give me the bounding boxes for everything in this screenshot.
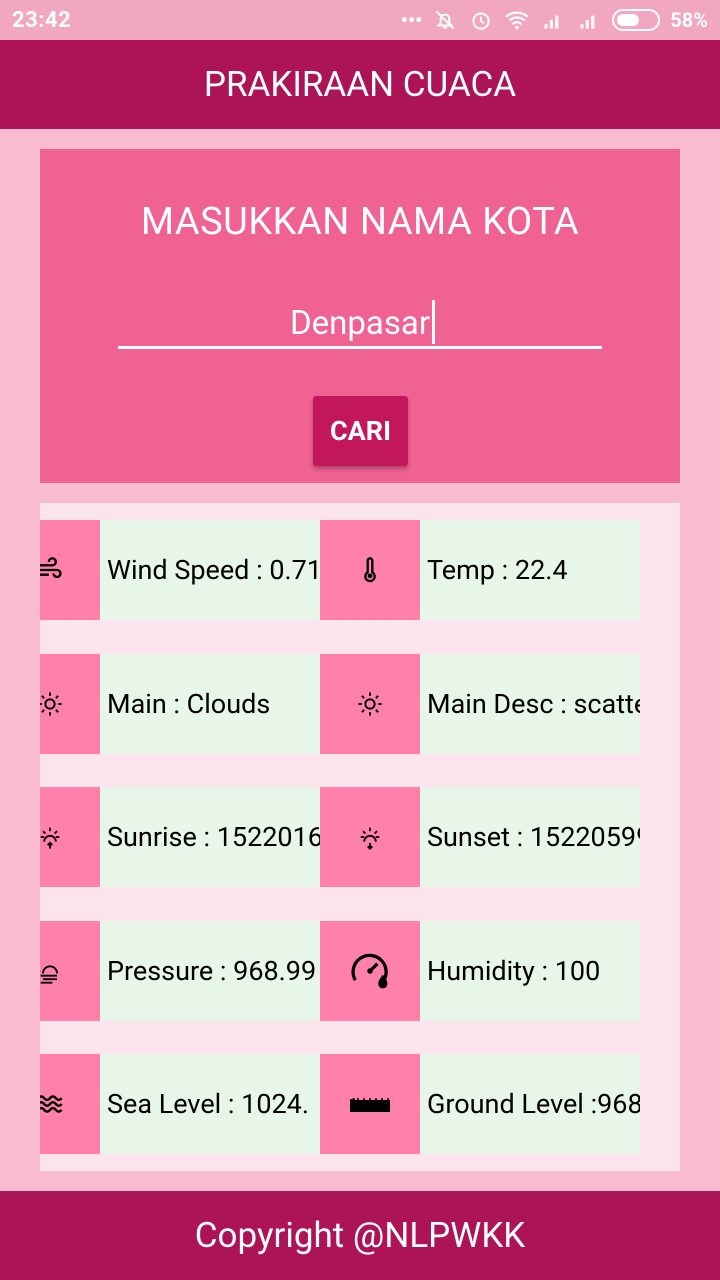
- wind-icon-tile: [40, 520, 100, 620]
- text-cursor: [432, 300, 435, 344]
- app-title: PRAKIRAAN CUACA: [203, 64, 517, 105]
- sunrise-icon-tile: [40, 787, 100, 887]
- ground-level-item: Ground Level :968.99: [320, 1054, 640, 1154]
- signal-icon-2: [580, 15, 595, 29]
- temp-item: Temp : 22.4: [320, 520, 640, 620]
- thermometer-icon-tile: [320, 520, 420, 620]
- status-icons: ••• 58%: [401, 7, 708, 33]
- main-desc-item: Main Desc : scattered clouds: [320, 654, 640, 754]
- humidity-icon-tile: [320, 921, 420, 1021]
- bell-off-icon: [435, 10, 455, 30]
- humidity-gauge-icon: [351, 953, 388, 989]
- sunset-icon-tile: [320, 787, 420, 887]
- status-bar: 23:42 ••• 58%: [0, 0, 720, 40]
- main-item: Main : Clouds: [40, 654, 360, 754]
- footer: Copyright @NLPWKK: [0, 1191, 720, 1280]
- wifi-icon: [505, 11, 529, 30]
- pressure-value: Pressure : 968.99: [100, 921, 320, 1021]
- sunset-item: Sunset : 1522059986: [320, 787, 640, 887]
- battery-icon: [612, 9, 661, 31]
- sunrise-icon: [40, 827, 60, 849]
- ground-icon-tile: [320, 1054, 420, 1154]
- humidity-value: Humidity : 100: [420, 921, 640, 1021]
- wind-icon: [40, 557, 62, 579]
- app-bar: PRAKIRAAN CUACA: [0, 40, 720, 129]
- sun-icon-tile-2: [320, 654, 420, 754]
- sun-icon: [358, 692, 382, 716]
- pressure-icon-tile: [40, 921, 100, 1021]
- sunrise-value: Sunrise : 1522016: [100, 787, 320, 887]
- waves-icon-tile: [40, 1054, 100, 1154]
- sunset-icon: [360, 827, 380, 850]
- pressure-icon: [40, 965, 58, 984]
- sea-level-item: Sea Level : 1024.: [40, 1054, 360, 1154]
- sun-icon: [40, 692, 62, 716]
- humidity-item: Humidity : 100: [320, 921, 640, 1021]
- weather-grid: Wind Speed : 0.71 Temp : 22.4 Main : Clo…: [40, 503, 680, 1171]
- thermometer-icon: [364, 557, 376, 583]
- temp-value: Temp : 22.4: [420, 520, 640, 620]
- wind-speed-item: Wind Speed : 0.71: [40, 520, 360, 620]
- more-dots-icon: •••: [400, 8, 423, 32]
- sun-icon-tile: [40, 654, 100, 754]
- search-title: MASUKKAN NAMA KOTA: [140, 200, 580, 244]
- main-value: Main : Clouds: [100, 654, 320, 754]
- search-button[interactable]: CARI: [313, 396, 408, 466]
- sunset-value: Sunset : 1522059986: [420, 787, 640, 887]
- pressure-item: Pressure : 968.99: [40, 921, 360, 1021]
- city-input[interactable]: [118, 300, 602, 349]
- sunrise-item: Sunrise : 1522016: [40, 787, 360, 887]
- sea-level-value: Sea Level : 1024.: [100, 1054, 320, 1154]
- waves-icon: [40, 1095, 63, 1113]
- battery-percent: 58%: [670, 8, 708, 32]
- ground-level-value: Ground Level :968.99: [420, 1054, 640, 1154]
- wind-speed-value: Wind Speed : 0.71: [100, 520, 320, 620]
- main-desc-value: Main Desc : scattered clouds: [420, 654, 640, 754]
- alarm-icon: [472, 12, 490, 30]
- status-time: 23:42: [12, 8, 72, 33]
- ground-icon: [350, 1098, 390, 1112]
- copyright-text: Copyright @NLPWKK: [194, 1215, 526, 1256]
- signal-icon: [544, 15, 559, 29]
